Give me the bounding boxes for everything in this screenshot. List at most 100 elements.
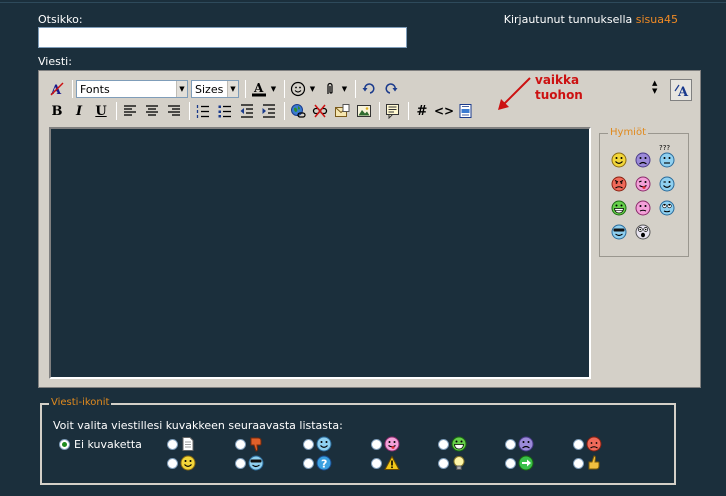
insert-email-button[interactable] xyxy=(332,101,352,121)
remove-format-button[interactable]: A xyxy=(47,79,67,99)
align-center-icon xyxy=(146,105,158,116)
align-right-button[interactable] xyxy=(164,101,184,121)
grin-icon[interactable] xyxy=(611,200,627,216)
font-select[interactable]: Fonts ▼ xyxy=(76,80,188,98)
switch-mode-icon: A xyxy=(674,84,689,98)
toolbar-separator xyxy=(379,102,380,120)
frown-icon[interactable] xyxy=(635,200,651,216)
unordered-list-button[interactable] xyxy=(215,101,235,121)
post-icon-option[interactable] xyxy=(167,455,196,471)
message-textarea[interactable] xyxy=(49,127,591,379)
smilie-box-legend: Hymiöt xyxy=(608,127,648,138)
thumbs-down-icon xyxy=(250,437,262,452)
text-color-button[interactable]: A xyxy=(249,79,269,99)
smilie-grid: ??? xyxy=(611,144,683,240)
smilie-box: Hymiöt ??? xyxy=(599,127,689,257)
toolbar-separator xyxy=(116,102,117,120)
post-icon-option[interactable] xyxy=(438,436,467,452)
grin-icon xyxy=(451,436,467,452)
radio-post-icon[interactable] xyxy=(438,457,449,469)
tongue-icon[interactable] xyxy=(635,176,651,192)
radio-post-icon[interactable] xyxy=(438,438,449,450)
radio-post-icon[interactable] xyxy=(303,438,314,450)
post-icon-option[interactable]: ? xyxy=(303,455,332,471)
ordered-list-button[interactable] xyxy=(193,101,213,121)
radio-post-icon[interactable] xyxy=(235,457,246,469)
wrap-html-button[interactable]: <> xyxy=(434,101,454,121)
annotation-note: vaikka tuohon xyxy=(535,73,583,103)
wink-icon[interactable] xyxy=(659,176,675,192)
login-status: Kirjautunut tunnuksella sisua45 xyxy=(504,13,678,26)
smilie-dropdown[interactable]: ▼ xyxy=(308,85,317,93)
insert-link-button[interactable] xyxy=(288,101,308,121)
title-label: Otsikko: xyxy=(38,13,83,26)
remove-link-button[interactable] xyxy=(310,101,330,121)
post-icons-instruction: Voit valita viestillesi kuvakkeen seuraa… xyxy=(53,419,343,432)
radio-post-icon[interactable] xyxy=(505,438,516,450)
redo-button[interactable] xyxy=(381,79,401,99)
post-icon-option[interactable] xyxy=(505,455,534,471)
radio-post-icon[interactable] xyxy=(371,457,382,469)
post-icon-option[interactable] xyxy=(371,436,400,452)
wrap-code-hash-button[interactable]: # xyxy=(412,101,432,121)
smile-icon[interactable] xyxy=(611,152,627,168)
radio-post-icon[interactable] xyxy=(573,438,584,450)
sad-icon[interactable] xyxy=(635,152,651,168)
radio-post-icon[interactable] xyxy=(235,438,246,450)
align-left-button[interactable] xyxy=(120,101,140,121)
post-icons-fieldset: Viesti-ikonit Voit valita viestillesi ku… xyxy=(40,397,676,485)
post-icon-option[interactable] xyxy=(573,455,602,471)
post-icon-option[interactable] xyxy=(371,455,400,471)
mad-icon[interactable] xyxy=(611,176,627,192)
outdent-button[interactable] xyxy=(237,101,257,121)
switch-editor-mode-button[interactable]: A xyxy=(670,79,692,101)
wrap-php-button[interactable] xyxy=(456,101,476,121)
radio-post-icon[interactable] xyxy=(505,457,516,469)
arrow-icon xyxy=(518,455,534,471)
confused-icon xyxy=(659,152,675,168)
resize-editor-control[interactable]: ▲ ▼ xyxy=(652,79,662,95)
no-icon-option[interactable]: Ei kuvaketta xyxy=(59,438,142,451)
toolbar-separator xyxy=(284,102,285,120)
radio-post-icon[interactable] xyxy=(371,438,382,450)
cool-icon xyxy=(248,455,264,471)
post-icon-option[interactable] xyxy=(167,436,196,452)
post-icon-option[interactable] xyxy=(573,436,602,452)
align-center-button[interactable] xyxy=(142,101,162,121)
insert-image-button[interactable] xyxy=(354,101,374,121)
quote-button[interactable] xyxy=(383,101,403,121)
svg-text:A: A xyxy=(253,81,264,95)
hash-icon: # xyxy=(416,103,428,119)
attach-dropdown[interactable]: ▼ xyxy=(340,85,349,93)
login-username-link[interactable]: sisua45 xyxy=(636,13,678,26)
size-select[interactable]: Sizes ▼ xyxy=(191,80,239,98)
post-icon-option[interactable] xyxy=(505,436,534,452)
bold-button[interactable]: B xyxy=(47,101,67,121)
smiley-icon xyxy=(290,81,306,97)
undo-button[interactable] xyxy=(359,79,379,99)
rolleyes-icon[interactable] xyxy=(659,200,675,216)
title-input[interactable] xyxy=(38,27,407,48)
radio-post-icon[interactable] xyxy=(167,438,178,450)
attach-button[interactable] xyxy=(320,79,340,99)
confused-smilie[interactable]: ??? xyxy=(659,144,675,168)
eek-icon[interactable] xyxy=(635,224,651,240)
post-icon-option[interactable] xyxy=(438,455,467,471)
cool-icon[interactable] xyxy=(611,224,627,240)
italic-button[interactable]: I xyxy=(69,101,89,121)
text-color-dropdown[interactable]: ▼ xyxy=(269,85,278,93)
post-icon-option[interactable] xyxy=(235,455,264,471)
radio-post-icon[interactable] xyxy=(303,457,314,469)
outdent-icon xyxy=(240,104,253,118)
radio-post-icon[interactable] xyxy=(573,457,584,469)
italic-icon: I xyxy=(75,103,83,119)
insert-smilie-button[interactable] xyxy=(288,79,308,99)
radio-post-icon[interactable] xyxy=(167,457,178,469)
radio-no-icon[interactable] xyxy=(59,439,70,450)
post-icon-option[interactable] xyxy=(303,436,332,452)
underline-button[interactable]: U xyxy=(91,101,111,121)
indent-button[interactable] xyxy=(259,101,279,121)
toolbar-separator xyxy=(245,80,246,98)
post-icons-legend: Viesti-ikonit xyxy=(49,397,112,408)
post-icon-option[interactable] xyxy=(235,436,264,452)
